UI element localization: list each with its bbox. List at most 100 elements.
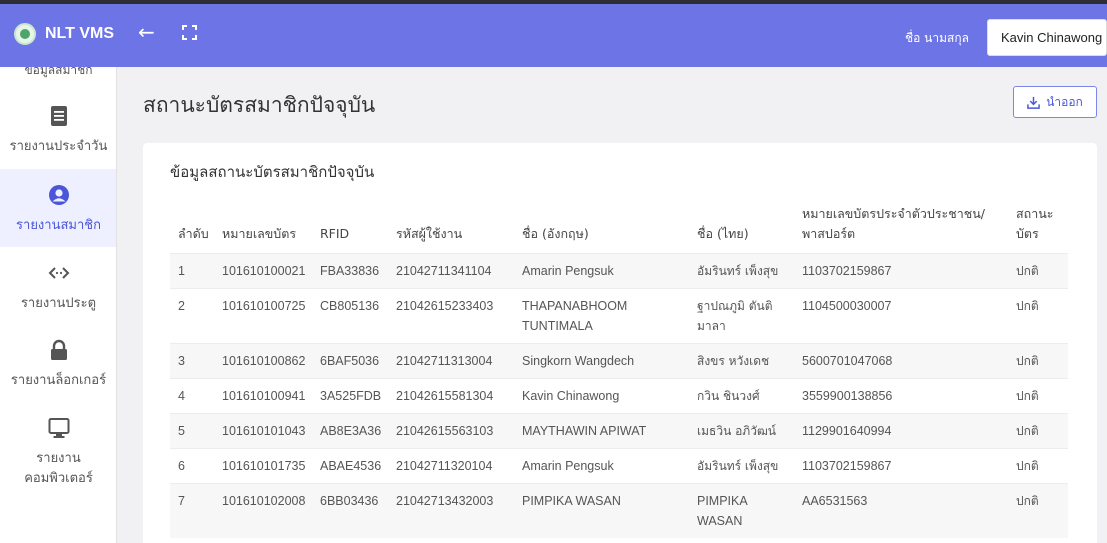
sidebar-item-label: รายงานประตู [20,296,97,311]
cell-name-en: Amarin Pengsuk [522,458,614,473]
cell-rfid: AB8E3A36 [320,423,382,438]
cell-user-id: 21042711313004 [396,353,493,368]
table-row[interactable]: 3 101610100862 6BAF5036 21042711313004 S… [170,343,1068,378]
cell-user-id: 21042615581304 [396,388,494,403]
top-navbar: NLT VMS ← ชื่อ นามสกุล Kavin Chinawong [0,4,1107,67]
cell-card-status: ปกติ [1016,423,1039,438]
sidebar-item-members-info[interactable]: ข้อมูลสมาชิก [0,67,116,80]
cell-card-number: 101610102008 [222,493,306,508]
code-arrows-icon [48,267,69,279]
export-button[interactable]: นำออก [1013,86,1097,118]
col-header-name-th[interactable]: ชื่อ (ไทย) [689,203,794,253]
table-row[interactable]: 4 101610100941 3A525FDB 21042615581304 K… [170,378,1068,413]
cell-card-number: 101610101735 [222,458,306,473]
cell-id-passport: AA6531563 [802,493,868,508]
sidebar-item-label: รายงานสมาชิก [16,218,101,233]
sidebar: ข้อมูลสมาชิก รายงานประจำวัน รายงานสมาชิก… [0,67,117,543]
cell-user-id: 21042615563103 [396,423,494,438]
table-row[interactable]: 2 101610100725 CB805136 21042615233403 T… [170,288,1068,343]
member-status-card: ข้อมูลสถานะบัตรสมาชิกปัจจุบัน ลำดับ หมาย… [143,143,1097,543]
cell-order: 1 [178,263,185,278]
cell-order: 4 [178,388,185,403]
cell-card-number: 101610100021 [222,263,306,278]
sidebar-item-member-report[interactable]: รายงานสมาชิก [0,169,116,247]
cell-id-passport: 1104500030007 [802,298,892,313]
col-header-name-en[interactable]: ชื่อ (อังกฤษ) [514,203,689,253]
page-title: สถานะบัตรสมาชิกปัจจุบัน [143,93,376,117]
user-circle-icon [48,185,69,205]
monitor-icon [48,418,69,438]
table-row[interactable]: 5 101610101043 AB8E3A36 21042615563103 M… [170,413,1068,448]
user-name-value: Kavin Chinawong [1001,30,1103,45]
cell-name-th: ฐาปณภูมิ ตันติมาลา [697,298,773,333]
cell-order: 7 [178,493,185,508]
document-icon [50,106,67,126]
cell-card-number: 101610101043 [222,423,306,438]
cell-name-th: สิงขร หวังเดช [697,353,770,368]
cell-user-id: 21042615233403 [396,298,494,313]
sidebar-item-daily-report[interactable]: รายงานประจำวัน [0,105,116,179]
cell-name-en: Singkorn Wangdech [522,353,635,368]
table-row[interactable]: 1 101610100021 FBA33836 21042711341104 A… [170,253,1068,288]
col-header-order[interactable]: ลำดับ [170,203,214,253]
name-label: ชื่อ นามสกุล [905,31,969,45]
cell-card-number: 101610100725 [222,298,306,313]
cell-card-status: ปกติ [1016,388,1039,403]
cell-id-passport: 1103702159867 [802,458,892,473]
cell-card-status: ปกติ [1016,458,1039,473]
main-content: สถานะบัตรสมาชิกปัจจุบัน นำออก ข้อมูลสถาน… [117,67,1107,543]
card-title: ข้อมูลสถานะบัตรสมาชิกปัจจุบัน [170,163,375,181]
lock-icon [50,339,67,360]
sidebar-item-computer-report[interactable]: รายงาน คอมพิวเตอร์ [0,417,116,507]
sidebar-item-label: รายงานประจำวัน [9,139,108,154]
app-title: NLT VMS [45,25,115,42]
export-button-label: นำออก [1046,94,1083,109]
cell-order: 6 [178,458,185,473]
sidebar-item-label: รายงาน คอมพิวเตอร์ [24,451,93,486]
cell-name-en: Amarin Pengsuk [522,263,614,278]
cell-name-en: PIMPIKA WASAN [522,493,621,508]
cell-name-en: THAPANABHOOM TUNTIMALA [522,298,628,333]
download-icon [1027,96,1041,109]
sidebar-item-locker-report[interactable]: รายงานล็อกเกอร์ [0,339,116,405]
cell-name-th: อัมรินทร์ เพ็งสุข [697,458,779,473]
sidebar-item-door-report[interactable]: รายงานประตู [0,262,116,326]
cell-name-en: MAYTHAWIN APIWAT [522,423,647,438]
cell-order: 3 [178,353,185,368]
logo-icon [14,23,36,45]
cell-rfid: FBA33836 [320,263,380,278]
cell-rfid: 3A525FDB [320,388,382,403]
cell-rfid: CB805136 [320,298,380,313]
col-header-rfid[interactable]: RFID [312,203,388,253]
cell-card-status: ปกติ [1016,353,1039,368]
cell-name-en: Kavin Chinawong [522,388,620,403]
fullscreen-icon[interactable] [182,25,197,40]
cell-user-id: 21042711320104 [396,458,493,473]
cell-card-status: ปกติ [1016,298,1039,313]
cell-card-status: ปกติ [1016,493,1039,508]
cell-user-id: 21042713432003 [396,493,494,508]
col-header-user-id[interactable]: รหัสผู้ใช้งาน [388,203,514,253]
cell-name-th: เมธวิน อภิวัฒน์ [697,423,776,438]
cell-order: 2 [178,298,185,313]
cell-card-status: ปกติ [1016,263,1039,278]
col-header-id-passport[interactable]: หมายเลขบัตรประจำตัวประชาชน/ พาสปอร์ต [794,203,1008,253]
cell-order: 5 [178,423,185,438]
col-header-card-number[interactable]: หมายเลขบัตร [214,203,312,253]
cell-name-th: กวิน ชินวงศ์ [697,388,760,403]
cell-rfid: 6BB03436 [320,493,379,508]
sidebar-item-label: รายงานล็อกเกอร์ [10,373,107,388]
cell-card-number: 101610100862 [222,353,306,368]
cell-rfid: ABAE4536 [320,458,382,473]
table-row[interactable]: 6 101610101735 ABAE4536 21042711320104 A… [170,448,1068,483]
table-row[interactable]: 7 101610102008 6BB03436 21042713432003 P… [170,483,1068,538]
cell-name-th: อัมรินทร์ เพ็งสุข [697,263,779,278]
cell-id-passport: 3559900138856 [802,388,893,403]
col-header-card-status[interactable]: สถานะบัตร [1008,203,1068,253]
user-name-field[interactable]: Kavin Chinawong [987,19,1107,56]
cell-user-id: 21042711341104 [396,263,492,278]
cell-card-number: 101610100941 [222,388,306,403]
cell-name-th: PIMPIKA WASAN [697,493,748,528]
cell-rfid: 6BAF5036 [320,353,380,368]
back-arrow-icon[interactable]: ← [138,20,155,44]
